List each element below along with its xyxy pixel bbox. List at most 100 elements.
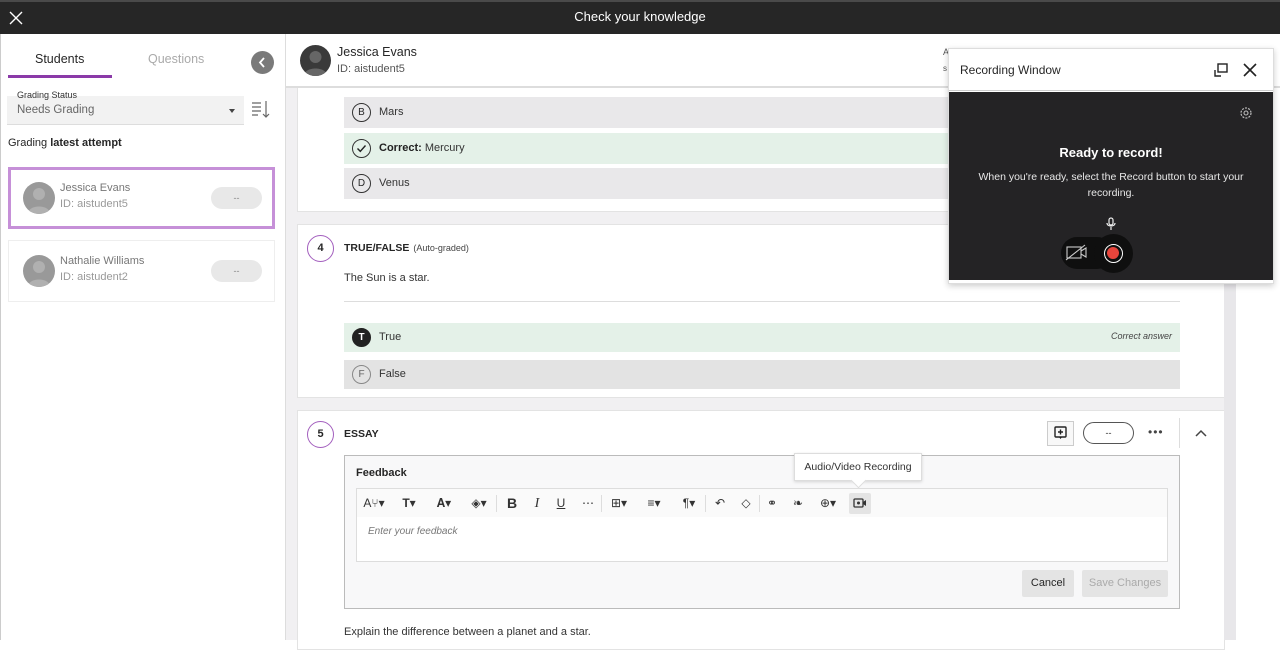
- avatar: [23, 255, 55, 287]
- clear-formatting-icon[interactable]: ◇: [737, 493, 755, 514]
- option-value: Mercury: [424, 142, 465, 154]
- grading-status-value: Needs Grading: [17, 104, 95, 116]
- more-options-icon[interactable]: •••: [1148, 425, 1164, 439]
- paragraph-icon[interactable]: ¶▾: [677, 493, 701, 514]
- correct-label: Correct:: [379, 142, 422, 154]
- student-name: Nathalie Williams: [60, 255, 145, 267]
- correct-answer-label: Correct answer: [1110, 331, 1172, 341]
- feedback-panel: Feedback A⑂▾ T▾ 𝐀▾ ◈▾ B I U ⋯ ⊞▾ ≡▾ ¶▾ ↶…: [344, 455, 1180, 609]
- student-list-item[interactable]: Nathalie Williams ID: aistudent2 --: [8, 240, 275, 302]
- avatar: [300, 45, 331, 76]
- editor-toolbar: A⑂▾ T▾ 𝐀▾ ◈▾ B I U ⋯ ⊞▾ ≡▾ ¶▾ ↶ ◇ ⚭ ❧ ⊕▾: [356, 488, 1168, 518]
- option-letter: D: [352, 174, 371, 193]
- grade-pill: --: [211, 260, 262, 282]
- insert-content-icon[interactable]: ⊕▾: [815, 493, 841, 514]
- ready-heading: Ready to record!: [1059, 145, 1163, 160]
- microphone-icon: [1106, 217, 1116, 230]
- record-button[interactable]: [1094, 234, 1133, 273]
- question-type-label: TRUE/FALSE: [344, 242, 410, 254]
- toolbar-divider: [705, 495, 706, 512]
- grading-status-label: Grading Status: [17, 90, 78, 100]
- header-partial-text: s: [943, 64, 947, 73]
- settings-gear-icon[interactable]: [1239, 106, 1253, 120]
- text-color-icon[interactable]: ◈▾: [467, 493, 491, 514]
- question-text: The Sun is a star.: [344, 272, 430, 284]
- paragraph-style-icon[interactable]: A⑂▾: [363, 493, 385, 514]
- add-feedback-button[interactable]: [1047, 421, 1074, 446]
- underline-icon[interactable]: U: [553, 493, 569, 514]
- table-icon[interactable]: ⊞▾: [607, 493, 631, 514]
- toolbar-divider: [601, 495, 602, 512]
- sort-icon[interactable]: [250, 98, 272, 120]
- feedback-placeholder: Enter your feedback: [368, 526, 458, 537]
- divider: [344, 301, 1180, 302]
- avatar: [23, 182, 55, 214]
- bold-icon[interactable]: B: [503, 493, 521, 514]
- recording-window-title: Recording Window: [960, 63, 1061, 77]
- record-icon: [1104, 244, 1123, 263]
- score-input[interactable]: --: [1083, 422, 1134, 444]
- option-text: Venus: [379, 177, 410, 189]
- chevron-up-icon[interactable]: [1193, 426, 1209, 440]
- divider: [1179, 418, 1180, 448]
- toolbar-divider: [496, 495, 497, 512]
- grading-attempt-prefix: Grading: [8, 137, 48, 149]
- feedback-label: Feedback: [356, 467, 407, 479]
- option-text: Correct: Mercury: [379, 142, 465, 154]
- link-icon[interactable]: ⚭: [763, 493, 781, 514]
- question-number: 5: [307, 421, 334, 448]
- question-type: TRUE/FALSE (Auto-graded): [344, 242, 469, 254]
- recording-window-header: Recording Window: [949, 49, 1273, 91]
- tab-questions[interactable]: Questions: [148, 52, 204, 66]
- italic-icon[interactable]: I: [529, 493, 545, 514]
- option-letter: F: [352, 365, 371, 384]
- grading-attempt-text: Grading latest attempt: [8, 137, 122, 149]
- tab-students[interactable]: Students: [35, 52, 84, 66]
- question-number: 4: [307, 235, 334, 262]
- option-text: Mars: [379, 106, 404, 118]
- option-letter: T: [352, 328, 371, 347]
- question-text: Explain the difference between a planet …: [344, 626, 591, 638]
- option-letter: B: [352, 103, 371, 122]
- student-name: Jessica Evans: [337, 45, 417, 59]
- feedback-editor[interactable]: Enter your feedback: [356, 517, 1168, 562]
- top-bar: Check your knowledge: [0, 0, 1280, 34]
- checkmark-icon: [352, 139, 371, 158]
- font-family-icon[interactable]: T▾: [397, 493, 421, 514]
- undo-icon[interactable]: ↶: [711, 493, 729, 514]
- grading-status-select[interactable]: Grading Status Needs Grading: [7, 90, 244, 125]
- recording-area: Ready to record! When you're ready, sele…: [949, 92, 1273, 280]
- student-id: ID: aistudent5: [337, 63, 405, 75]
- attachment-icon[interactable]: ❧: [789, 493, 807, 514]
- close-icon[interactable]: [1242, 62, 1258, 78]
- student-id: ID: aistudent2: [60, 271, 128, 283]
- collapse-sidebar-button[interactable]: [251, 51, 274, 74]
- option-text: True: [379, 331, 402, 343]
- font-size-icon[interactable]: 𝐀▾: [432, 493, 456, 514]
- student-list-item[interactable]: Jessica Evans ID: aistudent5 --: [8, 167, 275, 229]
- students-sidebar: Students Questions Grading Status Needs …: [0, 34, 286, 640]
- question-type: ESSAY: [344, 428, 379, 440]
- save-changes-button[interactable]: Save Changes: [1082, 570, 1168, 597]
- popout-icon[interactable]: [1213, 62, 1229, 78]
- cancel-button[interactable]: Cancel: [1022, 570, 1074, 597]
- audio-video-recording-icon[interactable]: [849, 493, 871, 514]
- option-text: False: [379, 368, 406, 380]
- active-tab-indicator: [8, 75, 112, 78]
- answer-option-false: F False: [344, 360, 1180, 389]
- toolbar-divider: [759, 495, 760, 512]
- more-formatting-icon[interactable]: ⋯: [579, 493, 597, 514]
- camera-off-icon: [1065, 244, 1087, 261]
- caret-down-icon: [229, 109, 235, 113]
- grade-pill: --: [211, 187, 262, 209]
- question-card-5: 5 ESSAY Feedback A⑂▾ T▾ 𝐀▾ ◈▾ B I U ⋯ ⊞▾…: [297, 410, 1225, 650]
- recording-window: Recording Window Ready to record! When y…: [948, 48, 1274, 284]
- align-icon[interactable]: ≡▾: [642, 493, 666, 514]
- student-id: ID: aistudent5: [60, 198, 128, 210]
- student-name: Jessica Evans: [60, 182, 131, 194]
- chevron-left-icon: [258, 57, 265, 68]
- question-type-note: (Auto-graded): [413, 243, 469, 253]
- grading-attempt-bold: latest attempt: [50, 137, 122, 149]
- tooltip: Audio/Video Recording: [794, 453, 922, 481]
- answer-option-true: T True Correct answer: [344, 323, 1180, 352]
